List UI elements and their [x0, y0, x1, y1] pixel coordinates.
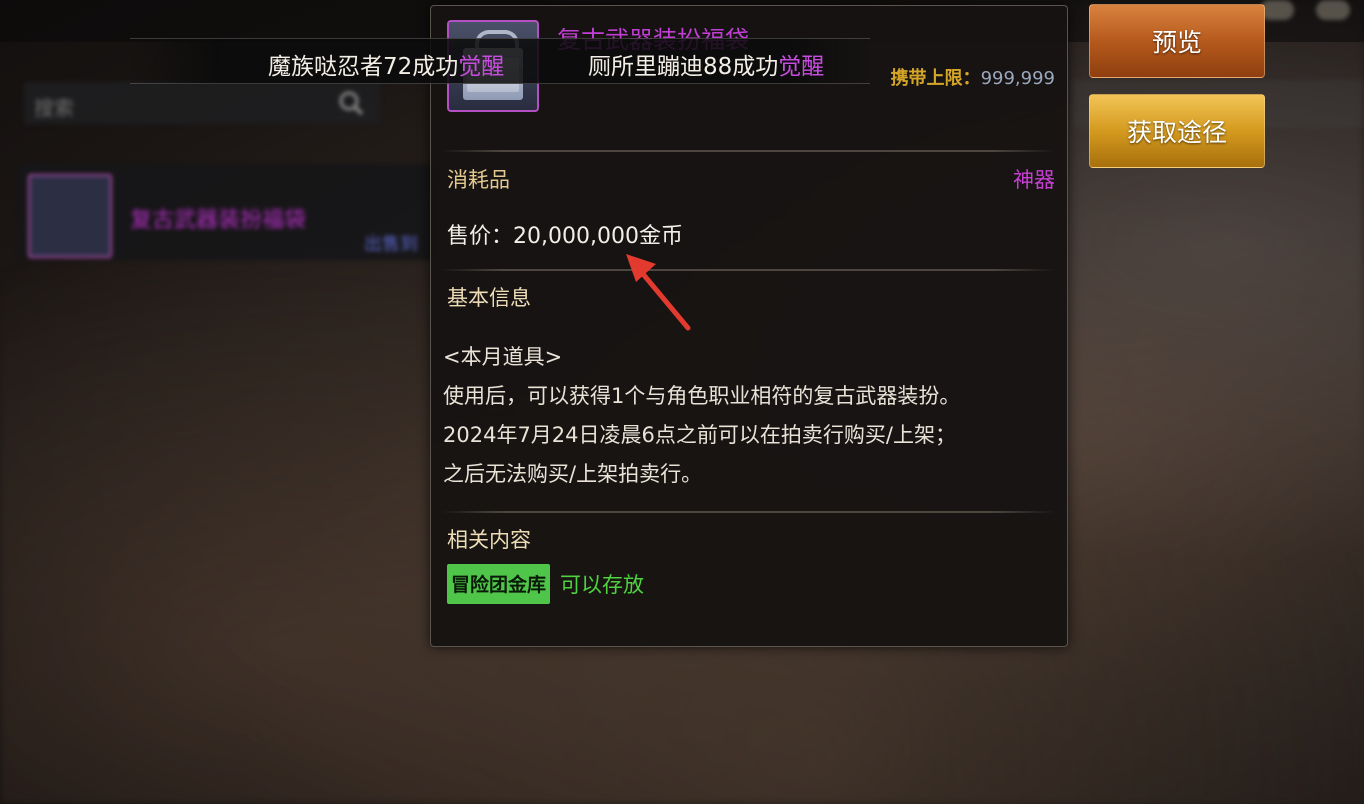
- carry-limit-value: 999,999: [980, 68, 1055, 89]
- annotation-arrow-icon: [626, 254, 691, 331]
- related-content-row: 冒险团金库 可以存放: [447, 564, 644, 604]
- description-line: 2024年7月24日凌晨6点之前可以在拍卖行购买/上架；: [443, 423, 956, 447]
- carry-limit: 携带上限：999,999: [891, 64, 1055, 90]
- divider: [441, 269, 1055, 271]
- basic-info-title: 基本信息: [447, 286, 531, 310]
- storage-note: 可以存放: [560, 573, 645, 597]
- inventory-list-item[interactable]: 复古武器装扮福袋 出售到: [18, 164, 440, 260]
- item-grade: 神器: [1013, 168, 1055, 192]
- item-price: 售价：20,000,000金币: [447, 224, 683, 249]
- broadcast-ticker: 魔族哒忍者72成功觉醒 厕所里蹦迪88成功觉醒: [130, 38, 870, 84]
- divider: [441, 150, 1055, 152]
- item-description: <本月道具> 使用后，可以获得1个与角色职业相符的复古武器装扮。 2024年7月…: [443, 338, 960, 494]
- related-content-title: 相关内容: [447, 528, 531, 552]
- mail-icon[interactable]: [1316, 0, 1350, 20]
- obtain-source-button[interactable]: 获取途径: [1089, 94, 1265, 168]
- item-thumbnail: [28, 174, 112, 258]
- item-category: 消耗品: [447, 168, 510, 192]
- item-tooltip: 复古武器装扮福袋 携带上限：999,999 消耗品 神器 售价：20,000,0…: [430, 5, 1068, 647]
- ticker-message-2-highlight: 觉醒: [778, 54, 825, 80]
- ticker-message-1-highlight: 觉醒: [458, 54, 505, 80]
- ticker-message-2: 厕所里蹦迪88成功觉醒: [588, 47, 824, 81]
- preview-button[interactable]: 预览: [1089, 4, 1265, 78]
- search-input[interactable]: 搜索: [24, 82, 380, 124]
- inventory-panel: 搜索 复古武器装扮福袋 出售到: [0, 64, 440, 274]
- description-line: 使用后，可以获得1个与角色职业相符的复古武器装扮。: [443, 384, 961, 408]
- list-item-name: 复古武器装扮福袋: [130, 208, 307, 233]
- description-line: <本月道具>: [443, 345, 563, 369]
- search-icon[interactable]: [336, 88, 366, 118]
- ticker-message-1-text: 魔族哒忍者72成功: [268, 54, 459, 80]
- search-placeholder: 搜索: [34, 96, 74, 120]
- ticker-message-1: 魔族哒忍者72成功觉醒: [268, 47, 504, 81]
- description-line: 之后无法购买/上架拍卖行。: [443, 462, 703, 486]
- list-item-sub: 出售到: [364, 234, 418, 255]
- menu-icon[interactable]: [1260, 0, 1294, 20]
- carry-limit-label: 携带上限：: [890, 68, 981, 89]
- storage-tag: 冒险团金库: [447, 564, 551, 604]
- divider: [441, 511, 1055, 513]
- ticker-message-2-text: 厕所里蹦迪88成功: [588, 54, 779, 80]
